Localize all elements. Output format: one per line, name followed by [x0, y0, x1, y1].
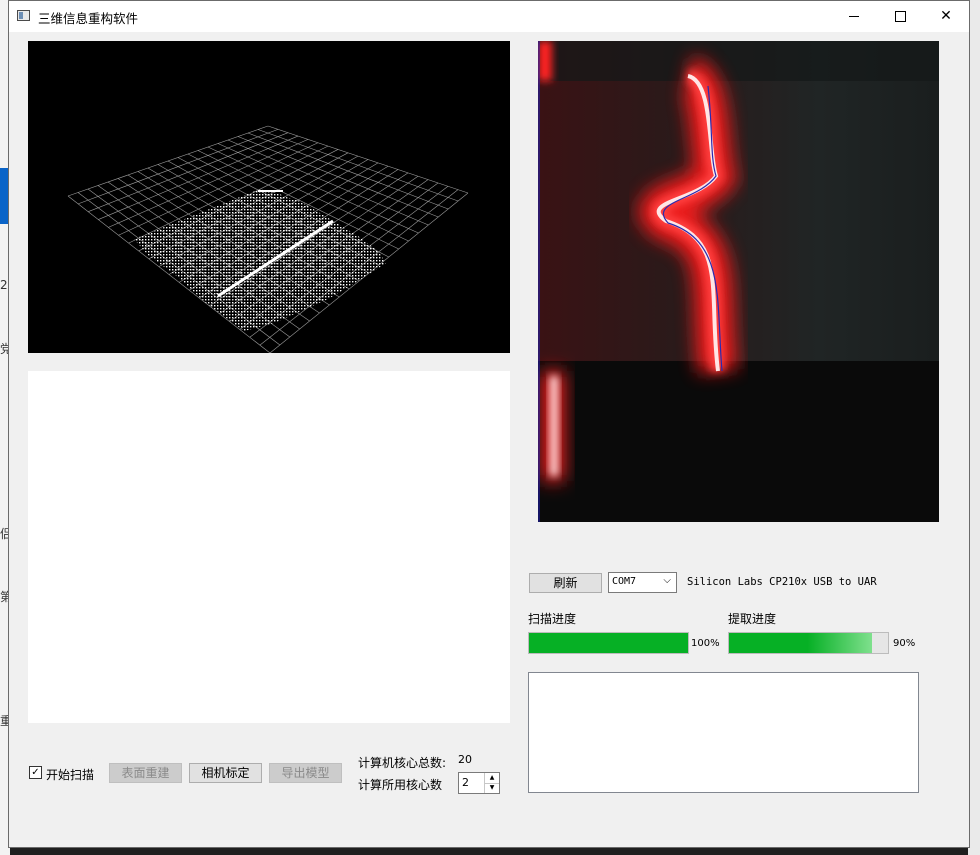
surface-rebuild-button[interactable]: 表面重建 [109, 763, 182, 783]
extract-progress-fill [729, 633, 873, 653]
scan-progress-fill [529, 633, 688, 653]
extract-progress-bar [728, 632, 889, 654]
camera-calibration-button[interactable]: 相机标定 [189, 763, 262, 783]
spinbox-arrows: ▲ ▼ [484, 773, 499, 793]
scan-progress-label: 扫描进度 [528, 612, 577, 626]
close-icon: ✕ [940, 8, 952, 24]
used-cores-label: 计算所用核心数 [358, 778, 443, 792]
main-window: 三维信息重构软件 ✕ 刷新 COM7 ⌵ Silicon Labs CP210x… [8, 0, 970, 848]
used-cores-spinbox[interactable]: 2 ▲ ▼ [458, 772, 500, 794]
point-cloud-canvas [67, 125, 469, 353]
total-cores-value: 20 [458, 753, 472, 766]
spin-down-icon[interactable]: ▼ [485, 783, 499, 793]
extract-progress-text: 90% [893, 638, 916, 649]
com-port-select[interactable]: COM7 ⌵ [608, 572, 677, 593]
maximize-icon [894, 10, 906, 22]
close-button[interactable]: ✕ [923, 1, 969, 32]
scan-progress-text: 100% [691, 638, 720, 649]
minimize-icon [849, 15, 859, 17]
export-model-button[interactable]: 导出模型 [269, 763, 342, 783]
start-scan-checkbox[interactable]: ✓ [29, 766, 42, 779]
minimize-button[interactable] [831, 1, 877, 32]
com-port-value: COM7 [612, 576, 637, 587]
start-scan-label[interactable]: 开始扫描 [46, 766, 94, 783]
reconstruction-view[interactable] [28, 371, 510, 723]
log-output[interactable] [528, 672, 919, 793]
check-icon: ✓ [31, 767, 40, 778]
scan-progress-bar [528, 632, 689, 654]
port-description: Silicon Labs CP210x USB to UAR [687, 576, 877, 588]
chevron-down-icon: ⌵ [663, 575, 671, 586]
point-cloud-view[interactable] [28, 41, 510, 353]
title-bar[interactable]: 三维信息重构软件 ✕ [9, 1, 969, 32]
extract-progress-label: 提取进度 [728, 612, 777, 626]
window-title: 三维信息重构软件 [38, 11, 139, 26]
total-cores-label: 计算机核心总数: [358, 756, 447, 770]
maximize-button[interactable] [877, 1, 923, 32]
used-cores-value: 2 [462, 776, 469, 789]
refresh-button[interactable]: 刷新 [529, 573, 602, 593]
camera-image [538, 41, 939, 522]
camera-view[interactable] [538, 41, 939, 522]
app-icon [17, 10, 30, 21]
